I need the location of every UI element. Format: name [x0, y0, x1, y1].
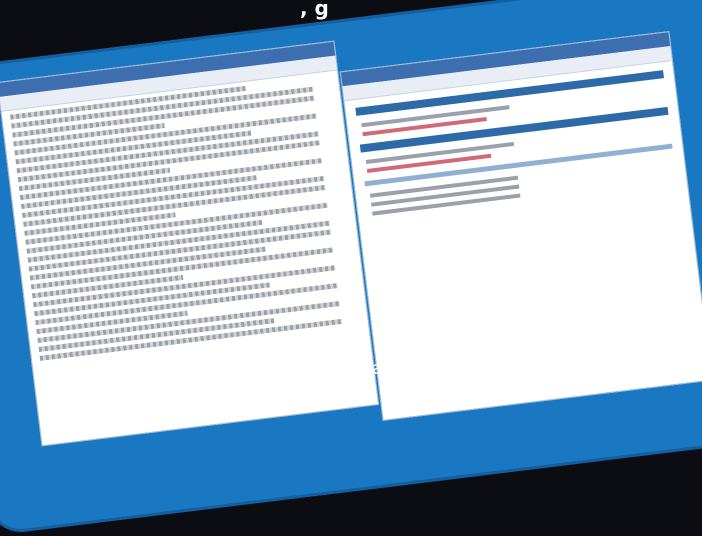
heading-fragment: , g — [300, 0, 329, 20]
